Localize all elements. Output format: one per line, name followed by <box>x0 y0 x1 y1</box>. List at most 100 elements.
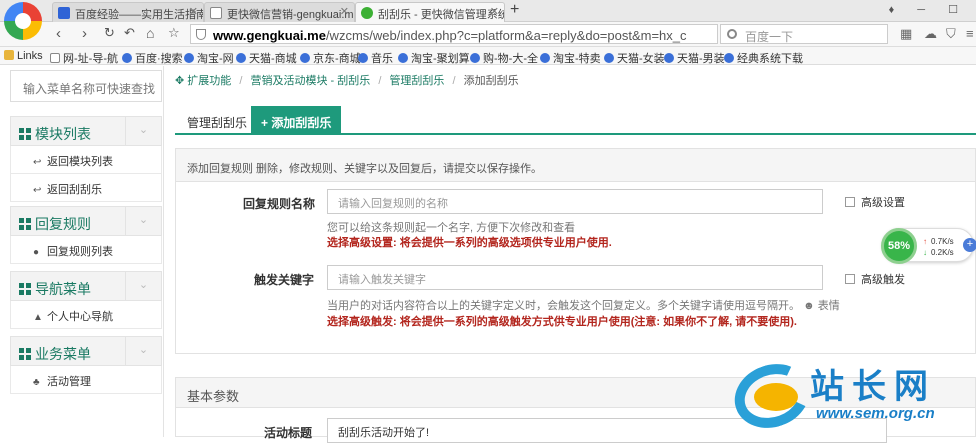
chevron-down-icon[interactable]: ⌄ <box>125 207 161 235</box>
network-speed-widget[interactable]: 58% ↑ 0.7K/s ↓ 0.2K/s + <box>881 228 976 264</box>
checkbox-box[interactable] <box>845 274 855 284</box>
apps-icon[interactable]: ▦ <box>900 26 912 42</box>
chevron-down-icon[interactable]: ⌄ <box>125 272 161 300</box>
ie-icon <box>664 53 674 63</box>
bookmark-item[interactable]: 经典系统下载 <box>724 50 803 66</box>
grid-icon <box>19 128 31 140</box>
new-tab-button[interactable]: + <box>510 1 519 19</box>
ie-icon <box>540 53 550 63</box>
plus-icon: + <box>261 116 272 130</box>
bookmarks-bar: Links 网-址-导-航 百度·搜索 淘宝-网 天猫-商城 京东-商城 音乐 … <box>0 47 976 65</box>
browser-tab-gengkuai[interactable]: 更快微信营销-gengkuai.me ✕ <box>204 2 355 22</box>
ie-icon <box>604 53 614 63</box>
tab-manage-guaguale[interactable]: 管理刮刮乐 <box>175 106 259 135</box>
sidebar-item-personal-center-nav[interactable]: ▲ 个人中心导航 <box>10 301 162 329</box>
upload-speed: ↑ 0.7K/s <box>923 237 954 246</box>
arrow-up-icon: ↑ <box>923 237 927 246</box>
breadcrumb-link[interactable]: 扩展功能 <box>187 75 231 87</box>
cloud-icon[interactable]: ☁ <box>924 26 937 42</box>
shield-menu-icon[interactable]: ⛉ <box>946 26 956 42</box>
ie-icon <box>398 53 408 63</box>
sidebar: 输入菜单名称可快速查找 模块列表 ⌄ ↩ 返回模块列表 ↩ 返回刮刮乐 回复规则 ⌄… <box>0 66 164 437</box>
bookmark-item[interactable]: Links <box>4 50 43 62</box>
browser-logo-icon[interactable] <box>4 2 42 40</box>
browser-tab-guaguale[interactable]: 刮刮乐 - 更快微信管理系统 ✕ <box>355 2 505 22</box>
activity-title-label: 活动标题 <box>264 426 313 440</box>
bookmark-item[interactable]: 淘宝-特卖 <box>540 50 601 66</box>
close-tab-icon[interactable]: ✕ <box>340 5 349 18</box>
tab-add-guaguale[interactable]: + 添加刮刮乐 <box>251 106 342 135</box>
bookmark-item[interactable]: 购-物-大-全 <box>470 50 538 66</box>
ie-icon <box>300 53 310 63</box>
activity-icon: ♣ <box>33 377 40 388</box>
bookmark-item[interactable]: 京东-商城 <box>300 50 361 66</box>
bookmark-item[interactable]: 网-址-导-航 <box>50 50 118 66</box>
sidebar-item-activity-management[interactable]: ♣ 活动管理 <box>10 366 162 394</box>
history-back-icon[interactable]: ↶ <box>124 25 135 41</box>
grid-icon <box>19 218 31 230</box>
download-site-icon <box>724 53 734 63</box>
chevron-down-icon[interactable]: ⌄ <box>125 117 161 145</box>
menu-icon[interactable]: ≡ <box>966 26 974 41</box>
advanced-trigger-checkbox[interactable]: 高级触发 <box>845 271 905 287</box>
sidebar-item-back-to-guaguale[interactable]: ↩ 返回刮刮乐 <box>10 174 162 202</box>
sidebar-group-nav-menu[interactable]: 导航菜单 ⌄ <box>10 271 162 301</box>
bookmark-item[interactable]: 音乐 <box>358 50 393 66</box>
grid-icon <box>19 348 31 360</box>
close-tab-icon[interactable]: ✕ <box>490 5 499 18</box>
bookmark-item[interactable]: 天猫-男装 <box>664 50 725 66</box>
ie-icon <box>358 53 368 63</box>
user-icon: ▲ <box>33 312 43 323</box>
browser-search-input[interactable]: 百度一下 <box>720 24 888 44</box>
advanced-settings-checkbox[interactable]: 高级设置 <box>845 194 905 210</box>
emoji-link[interactable]: 表情 <box>818 300 840 312</box>
breadcrumb: ✥ 扩展功能 / 营销及活动模块 - 刮刮乐 / 管理刮刮乐 / 添加刮刮乐 <box>175 75 519 87</box>
page-tab-icon <box>210 7 222 19</box>
close-tab-icon[interactable]: ✕ <box>189 5 198 18</box>
breadcrumb-link[interactable]: 营销及活动模块 - 刮刮乐 <box>250 75 370 87</box>
back-icon[interactable]: ‹ <box>56 25 61 42</box>
download-speed: ↓ 0.2K/s <box>923 248 954 257</box>
puzzle-icon: ✥ <box>175 75 188 87</box>
rule-name-help: 您可以给这条规则起一个名字, 方便下次修改和查看 <box>327 222 576 234</box>
browser-tab-baidu[interactable]: 百度经验——实用生活指南 ✕ <box>52 2 204 22</box>
chevron-down-icon[interactable]: ⌄ <box>125 337 161 365</box>
plus-circle-icon[interactable]: + <box>963 238 976 252</box>
checkbox-box[interactable] <box>845 197 855 207</box>
sidebar-group-business-menu[interactable]: 业务菜单 ⌄ <box>10 336 162 366</box>
reload-icon[interactable]: ↻ <box>104 25 115 41</box>
reply-icon: ↩ <box>33 157 42 168</box>
watermark-logo: 站长网 www.sem.org.cn <box>725 353 976 439</box>
ie-icon <box>470 53 480 63</box>
sidebar-item-back-to-modules[interactable]: ↩ 返回模块列表 <box>10 146 162 174</box>
menu-search-input[interactable]: 输入菜单名称可快速查找 <box>10 70 162 102</box>
rule-name-label: 回复规则名称 <box>243 197 316 211</box>
sidebar-item-reply-rule-list[interactable]: ● 回复规则列表 <box>10 236 162 264</box>
forward-icon[interactable]: › <box>82 25 87 42</box>
keyword-help: 当用户的对话内容符合以上的关键字定义时，会触发这个回复定义。多个关键字请使用逗号… <box>327 300 840 312</box>
grid-icon <box>19 283 31 295</box>
bookmark-item[interactable]: 淘宝-聚划算 <box>398 50 470 66</box>
address-bar[interactable]: www.gengkuai.me/wzcms/web/index.php?c=pl… <box>190 24 718 44</box>
ie-icon <box>122 53 132 63</box>
comments-icon: ● <box>33 247 40 258</box>
bookmark-item[interactable]: 淘宝-网 <box>184 50 234 66</box>
bookmark-item[interactable]: 天猫-商城 <box>236 50 297 66</box>
bookmark-item[interactable]: 百度·搜索 <box>122 50 183 66</box>
home-icon[interactable]: ⌂ <box>146 25 154 41</box>
sidebar-group-modules[interactable]: 模块列表 ⌄ <box>10 116 162 146</box>
arrow-down-icon: ↓ <box>923 248 927 257</box>
emoji-icon: ☻ <box>803 300 815 312</box>
speed-percent: 58% <box>881 228 917 264</box>
browser-tab-bar: 百度经验——实用生活指南 ✕ 更快微信营销-gengkuai.me ✕ 刮刮乐 … <box>0 0 976 40</box>
favorite-star-icon[interactable]: ☆ <box>168 25 180 41</box>
sidebar-group-reply-rules[interactable]: 回复规则 ⌄ <box>10 206 162 236</box>
window-controls[interactable]: ♦ ─ ☐ <box>889 3 968 16</box>
reply-icon: ↩ <box>33 185 42 196</box>
wechat-tab-icon <box>361 7 373 19</box>
keyword-input[interactable]: 请输入触发关键字 <box>327 265 823 290</box>
folder-icon <box>4 50 14 60</box>
breadcrumb-link[interactable]: 管理刮刮乐 <box>389 75 444 87</box>
bookmark-item[interactable]: 天猫-女装 <box>604 50 665 66</box>
rule-name-input[interactable]: 请输入回复规则的名称 <box>327 189 823 214</box>
